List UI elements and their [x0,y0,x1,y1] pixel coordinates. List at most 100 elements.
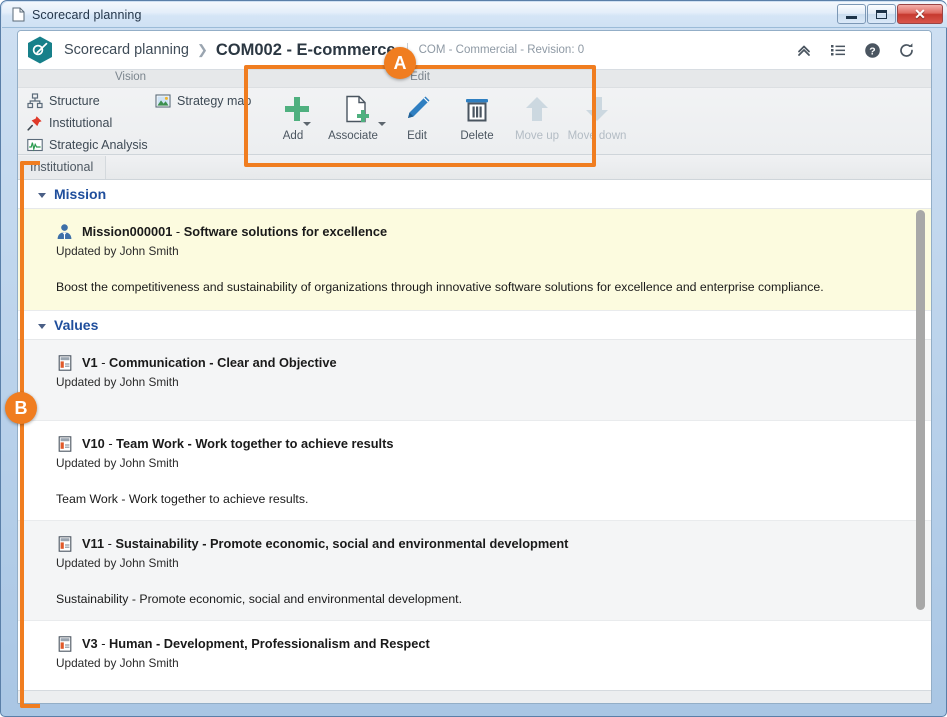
record-code: Mission000001 [82,224,173,239]
window-title: Scorecard planning [32,7,142,22]
record-title: V3 - Human - Development, Professionalis… [82,636,430,651]
vision-column-left: Structure Institutional Strategic Analys… [26,90,148,156]
ribbon-group-label-row: Vision Edit [18,70,931,88]
record-code: V10 [82,436,105,451]
collapse-icon[interactable] [789,35,819,65]
move-up-button: Move up [507,90,567,144]
breadcrumb-separator-icon: ❯ [196,42,208,57]
window-frame: Scorecard planning ✕ Scorecard planning … [0,0,947,717]
maximize-button[interactable] [867,4,896,24]
record-dash: - [104,536,116,551]
record-description: Boost the competitiveness and sustainabi… [56,280,824,294]
record-updated-by: Updated by John Smith [56,375,179,389]
section-title: Values [54,317,99,333]
edit-button[interactable]: Edit [387,90,447,144]
record-name: Software solutions for excellence [183,224,388,239]
vision-item-institutional[interactable]: Institutional [26,112,148,134]
vision-item-label: Structure [49,94,100,108]
chevron-down-icon[interactable] [38,192,46,198]
vision-item-label: Strategy map [177,94,252,108]
section-header-values[interactable]: Values [18,311,931,340]
delete-button[interactable]: Delete [447,90,507,144]
record-title: V1 - Communication - Clear and Objective [82,355,337,370]
scrollbar-thumb[interactable] [916,210,925,610]
record-dash: - [172,224,184,239]
arrow-down-icon [567,92,627,126]
list-icon[interactable] [823,35,853,65]
arrow-up-icon [507,92,567,126]
chevron-down-icon[interactable] [38,323,46,329]
add-button-label: Add [282,130,304,142]
record-name: Human - Development, Professionalism and… [109,636,430,651]
ribbon-group-label-edit: Edit [410,71,430,83]
minimize-button[interactable] [837,4,866,24]
header-meta-text: COM - Commercial - Revision: 0 [418,44,585,56]
vision-item-label: Strategic Analysis [49,138,148,152]
vision-item-structure[interactable]: Structure [26,90,148,112]
record-updated-by: Updated by John Smith [56,656,179,670]
associate-button-label: Associate [328,130,378,142]
add-button[interactable]: Add [267,90,327,144]
chevron-down-icon[interactable] [377,122,386,143]
record-title: Mission000001 - Software solutions for e… [82,224,387,239]
vision-item-strategy-map[interactable]: Strategy map [154,90,251,112]
value-icon [56,535,73,552]
maximize-icon [876,9,887,19]
record-updated-by: Updated by John Smith [56,456,179,470]
app-logo-icon [25,35,55,65]
breadcrumb-root[interactable]: Scorecard planning [64,42,189,58]
window-controls: ✕ [836,4,943,24]
callout-badge-b: B [5,392,37,424]
help-icon[interactable]: ? [857,35,887,65]
list-item[interactable]: V1 - Communication - Clear and Objective… [18,340,931,421]
associate-button[interactable]: Associate [327,90,387,144]
move-up-button-label: Move up [514,130,560,142]
close-button[interactable]: ✕ [897,4,943,24]
record-title: V11 - Sustainability - Promote economic,… [82,536,568,551]
sub-tab-strip: Institutional [18,155,931,180]
pin-icon [26,115,43,132]
person-icon [56,223,73,240]
structure-icon [26,93,43,110]
list-item[interactable]: V10 - Team Work - Work together to achie… [18,421,931,521]
application-client-area: Scorecard planning ❯ COM002 - E-commerce… [17,30,932,704]
vision-item-label: Institutional [49,116,113,130]
record-title-line: V10 - Team Work - Work together to achie… [56,435,913,452]
section-header-mission[interactable]: Mission [18,180,931,209]
ribbon-toolbar: Vision Edit Structure Institutional Stra… [18,70,931,155]
callout-badge-a: A [384,47,416,79]
list-item[interactable]: Mission000001 - Software solutions for e… [18,209,931,311]
chevron-down-icon[interactable] [303,122,312,143]
move-down-button-label: Move down [567,130,627,142]
record-title-line: V1 - Communication - Clear and Objective [56,354,913,371]
value-icon [56,354,73,371]
list-item[interactable]: V11 - Sustainability - Promote economic,… [18,521,931,621]
record-updated-by: Updated by John Smith [56,556,179,570]
record-dash: - [97,636,110,651]
document-icon [12,7,25,22]
record-updated-by: Updated by John Smith [56,244,179,258]
record-name: Communication - Clear and Objective [109,355,337,370]
record-code: V1 [82,355,98,370]
record-title: V10 - Team Work - Work together to achie… [82,436,394,451]
record-name: Sustainability - Promote economic, socia… [115,536,569,551]
svg-text:?: ? [869,45,875,57]
vision-item-strategic-analysis[interactable]: Strategic Analysis [26,134,148,156]
record-description: Team Work - Work together to achieve res… [56,492,309,506]
delete-button-label: Delete [460,130,494,142]
record-title-line: V11 - Sustainability - Promote economic,… [56,535,913,552]
record-description: Sustainability - Promote economic, socia… [56,592,463,606]
value-icon [56,635,73,652]
trash-icon [447,92,507,126]
ribbon-group-edit: Add Associate Edit Delete Move up Move d… [267,90,627,144]
edit-button-label: Edit [407,130,427,142]
bottom-status-strip [18,690,931,703]
refresh-icon[interactable] [891,35,921,65]
ribbon-group-label-vision: Vision [114,71,147,83]
tab-institutional[interactable]: Institutional [18,155,107,179]
record-name: Team Work - Work together to achieve res… [116,436,394,451]
close-icon: ✕ [914,6,926,22]
breadcrumb-current: COM002 - E-commerce [215,40,396,59]
content-scrollbar[interactable] [916,210,925,680]
record-title-line: V3 - Human - Development, Professionalis… [56,635,913,652]
